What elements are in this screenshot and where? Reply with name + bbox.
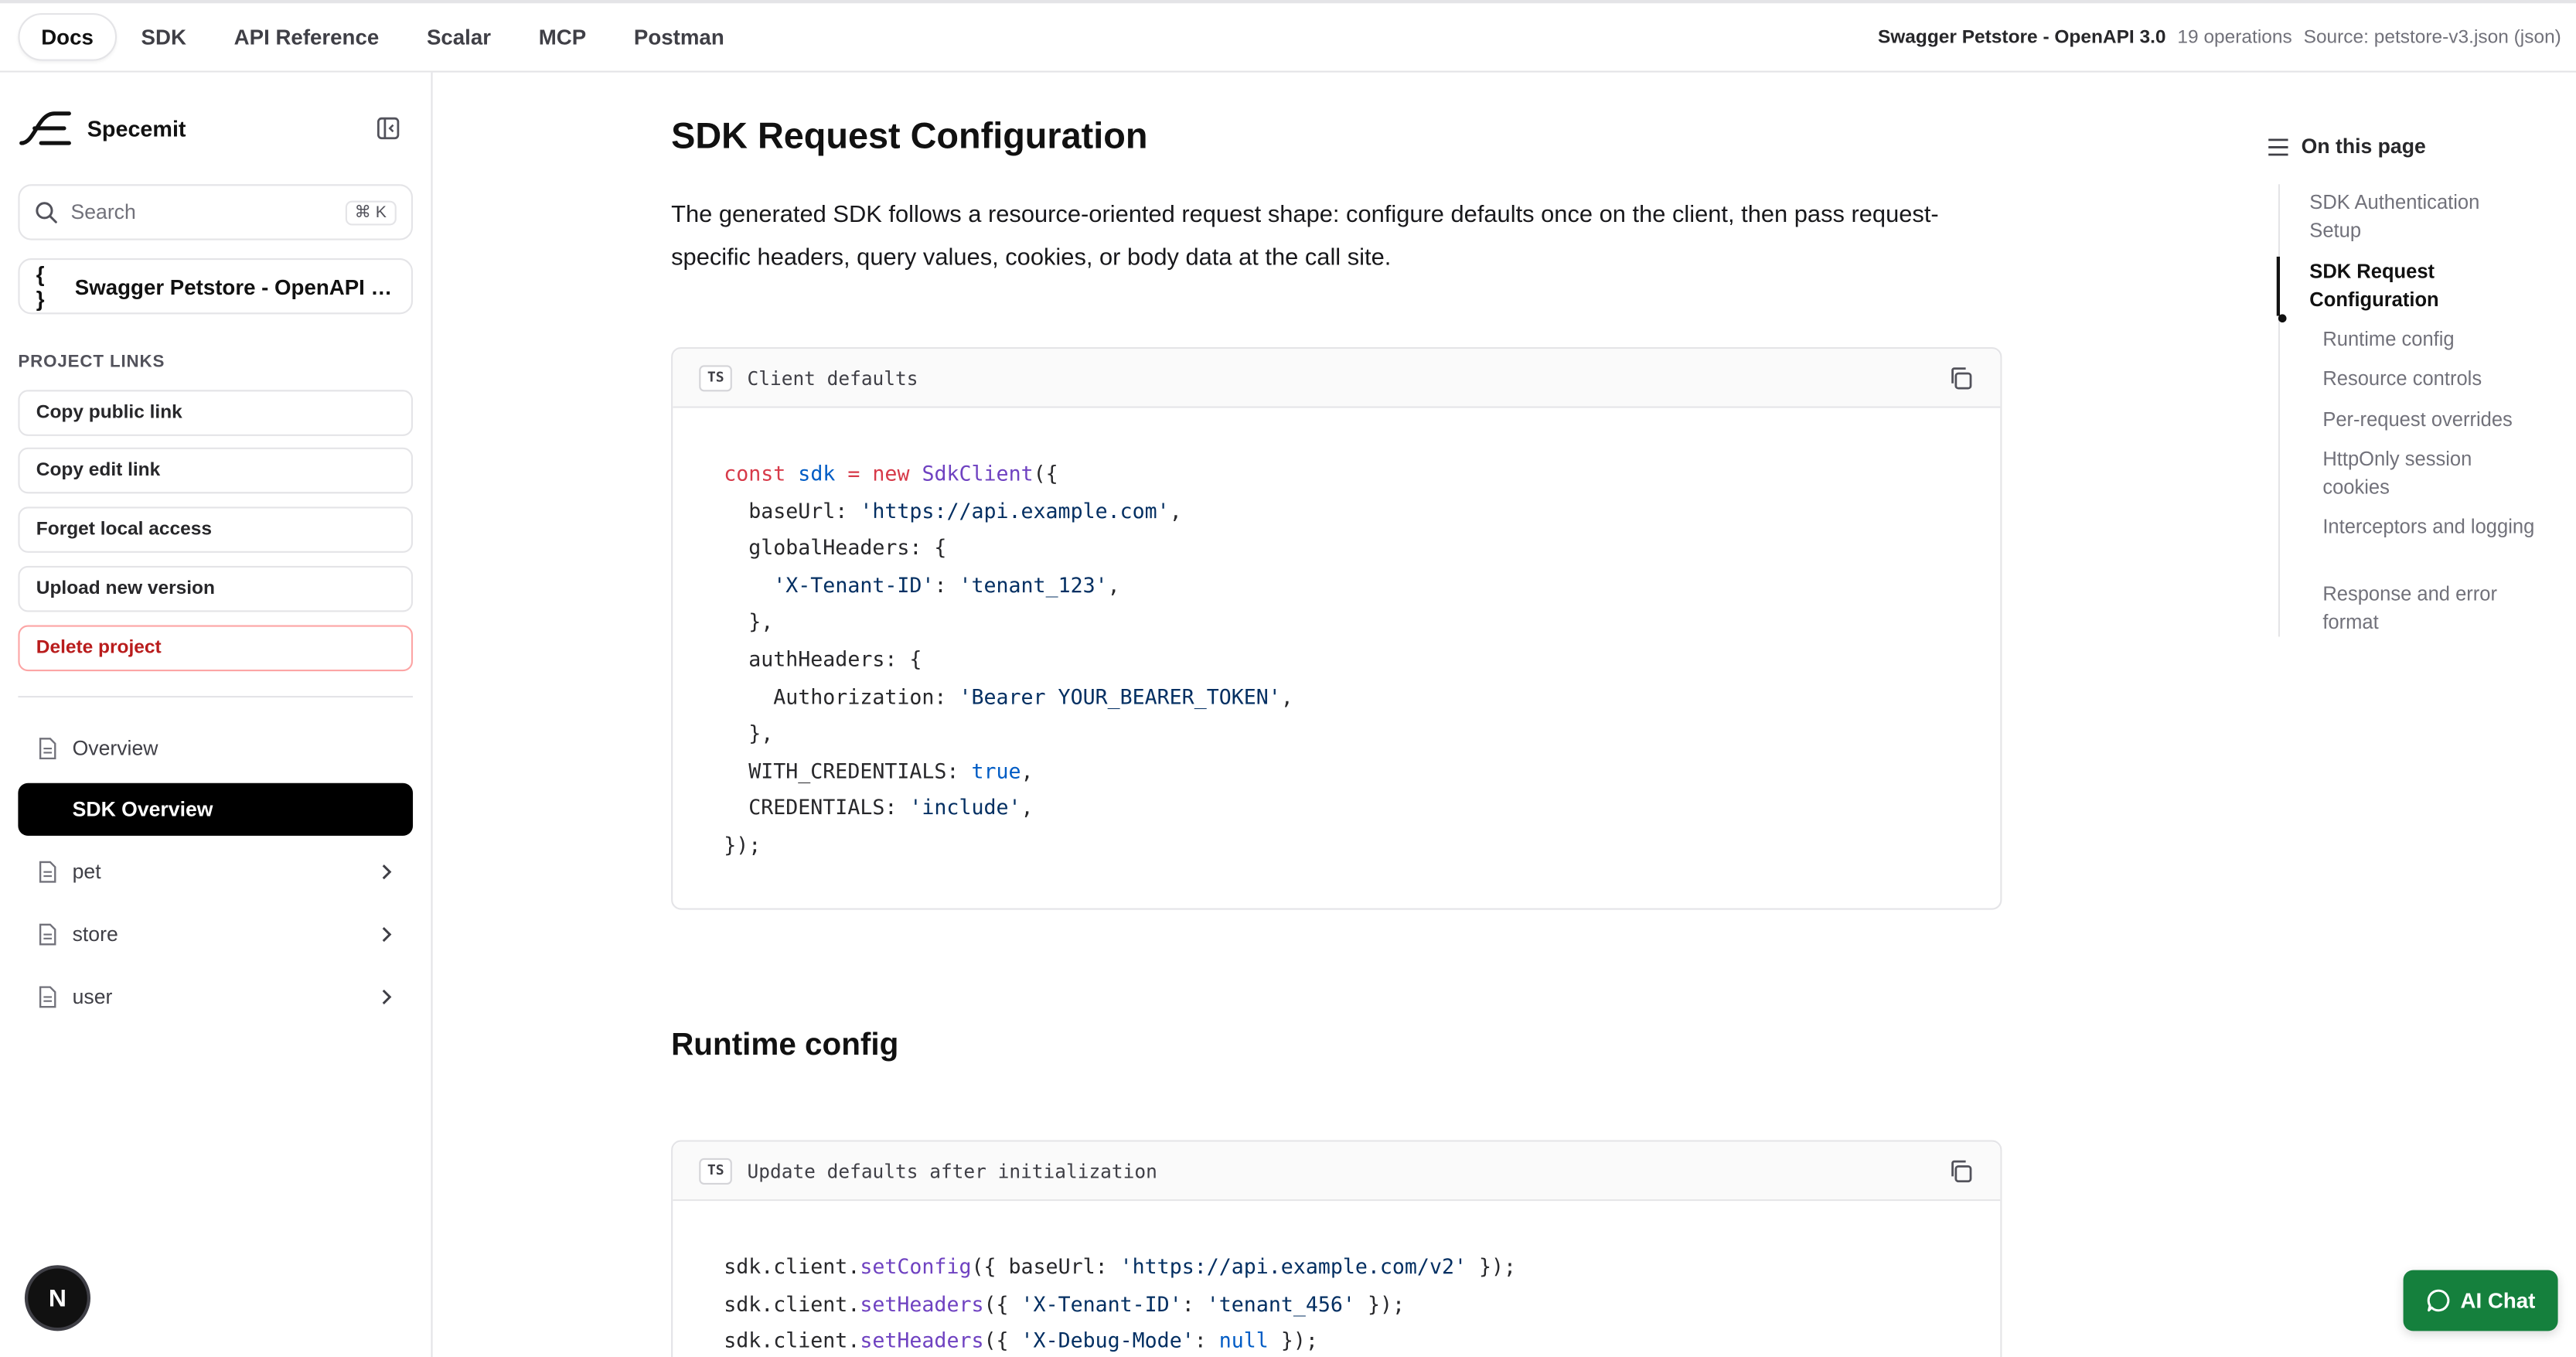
nav-item-overview[interactable]: Overview [18, 722, 413, 775]
code-content: sdk.client.setConfig({ baseUrl: 'https:/… [724, 1253, 1517, 1353]
operations-count: 19 operations [2177, 27, 2292, 47]
toc-rail [2278, 184, 2281, 637]
upload-new-version-button[interactable]: Upload new version [18, 565, 414, 612]
chevron-right-icon[interactable] [380, 989, 394, 1005]
nav-item-label: pet [72, 860, 101, 884]
nav-item-store[interactable]: store [18, 908, 413, 960]
toc-heading-label: On this page [2301, 135, 2426, 159]
tab-scalar[interactable]: Scalar [404, 13, 514, 61]
language-badge: TS [699, 1157, 733, 1184]
spec-source: Source: petstore-v3.json (json) [2303, 27, 2561, 47]
spec-selector-value: Swagger Petstore - OpenAPI 3... [74, 274, 395, 299]
spec-title: Swagger Petstore - OpenAPI 3.0 [1877, 27, 2166, 47]
intro-paragraph: The generated SDK follows a resource-ori… [671, 202, 1939, 272]
nav-item-label: SDK Overview [72, 797, 213, 821]
language-badge: TS [699, 364, 733, 391]
document-icon [39, 738, 56, 760]
tab-docs[interactable]: Docs [18, 13, 117, 61]
top-bar: Docs SDK API Reference Scalar MCP Postma… [0, 0, 2576, 73]
code-block-header: TS Update defaults after initialization [673, 1141, 2001, 1202]
nav-item-pet[interactable]: pet [18, 846, 413, 898]
toc-item-runtime-config[interactable]: Runtime config [2322, 326, 2553, 353]
code-block-title: Client defaults [747, 366, 918, 390]
code-block-header: TS Client defaults [673, 349, 2001, 408]
toc-item-sdk-request-configuration[interactable]: SDK Request Configuration [2309, 258, 2515, 312]
table-of-contents: On this page SDK Authentication Setup SD… [2258, 73, 2576, 1357]
nav-item-label: Overview [72, 737, 158, 761]
code-block-update-defaults: TS Update defaults after initialization … [671, 1140, 2002, 1357]
sidebar-divider [18, 696, 414, 698]
nav-item-user[interactable]: user [18, 970, 413, 1023]
tab-api-reference[interactable]: API Reference [211, 13, 402, 61]
nav-item-label: user [72, 985, 113, 1009]
section-title-runtime-config: Runtime config [671, 1028, 899, 1063]
toc-heading: On this page [2268, 135, 2426, 158]
app-root: Docs SDK API Reference Scalar MCP Postma… [0, 0, 2576, 1357]
brand-name: Specemit [87, 116, 186, 141]
ai-chat-button[interactable]: AI Chat [2403, 1270, 2558, 1331]
search-shortcut: ⌘ K [344, 199, 397, 225]
tab-sdk[interactable]: SDK [118, 13, 210, 61]
code-block-title: Update defaults after initialization [747, 1158, 1157, 1182]
toc-item-httponly-session-cookies[interactable]: HttpOnly session cookies [2322, 446, 2537, 500]
framework-badge[interactable]: N [28, 1268, 87, 1328]
toc-active-dot [2278, 314, 2287, 323]
copy-icon[interactable] [1947, 1158, 1974, 1184]
toc-item-interceptors-and-logging[interactable]: Interceptors and logging [2322, 513, 2537, 540]
toc-item-response-and-error-format[interactable]: Response and error format [2322, 581, 2537, 635]
main-content: SDK Request Configuration The generated … [433, 73, 2259, 1357]
nav-item-sdk-overview[interactable]: SDK Overview [18, 782, 414, 836]
delete-project-button[interactable]: Delete project [18, 625, 414, 672]
list-icon [2268, 138, 2288, 155]
specemit-logo-icon [19, 111, 71, 145]
toc-active-indicator [2276, 256, 2281, 316]
search-placeholder: Search [70, 200, 136, 224]
copy-edit-link-button[interactable]: Copy edit link [18, 447, 414, 494]
copy-icon[interactable] [1947, 364, 1974, 390]
document-icon [39, 861, 56, 883]
nav-item-label: store [72, 922, 118, 946]
collapse-sidebar-icon[interactable] [377, 117, 400, 140]
code-content: const sdk = new SdkClient({ baseUrl: 'ht… [724, 460, 1293, 858]
copy-public-link-button[interactable]: Copy public link [18, 390, 414, 436]
chevron-right-icon[interactable] [380, 926, 394, 943]
ai-chat-label: AI Chat [2460, 1287, 2536, 1313]
top-tabs: Docs SDK API Reference Scalar MCP Postma… [0, 3, 749, 70]
tab-mcp[interactable]: MCP [516, 13, 609, 61]
toc-item-per-request-overrides[interactable]: Per-request overrides [2322, 407, 2569, 434]
chevron-right-icon[interactable] [380, 864, 394, 880]
toc-item-sdk-authentication-setup[interactable]: SDK Authentication Setup [2309, 189, 2515, 244]
sidebar: Specemit Search ⌘ K { } Swagger Petstore… [0, 72, 433, 1357]
tab-postman[interactable]: Postman [611, 13, 747, 61]
document-icon [39, 986, 56, 1008]
search-box[interactable]: Search ⌘ K [18, 184, 414, 240]
project-links-heading: PROJECT LINKS [18, 352, 165, 372]
toc-item-resource-controls[interactable]: Resource controls [2322, 365, 2553, 392]
braces-icon: { } [36, 261, 45, 312]
spec-selector[interactable]: { } Swagger Petstore - OpenAPI 3... [18, 258, 414, 315]
document-icon [39, 923, 56, 946]
search-icon [36, 202, 57, 223]
page-title: SDK Request Configuration [671, 114, 1148, 157]
brand[interactable]: Specemit [18, 108, 186, 148]
chat-bubble-icon [2427, 1289, 2449, 1312]
forget-local-access-button[interactable]: Forget local access [18, 506, 414, 553]
spec-meta: Swagger Petstore - OpenAPI 3.0 19 operat… [1878, 27, 2576, 47]
code-block-client-defaults: TS Client defaults const sdk = new SdkCl… [671, 346, 2002, 910]
